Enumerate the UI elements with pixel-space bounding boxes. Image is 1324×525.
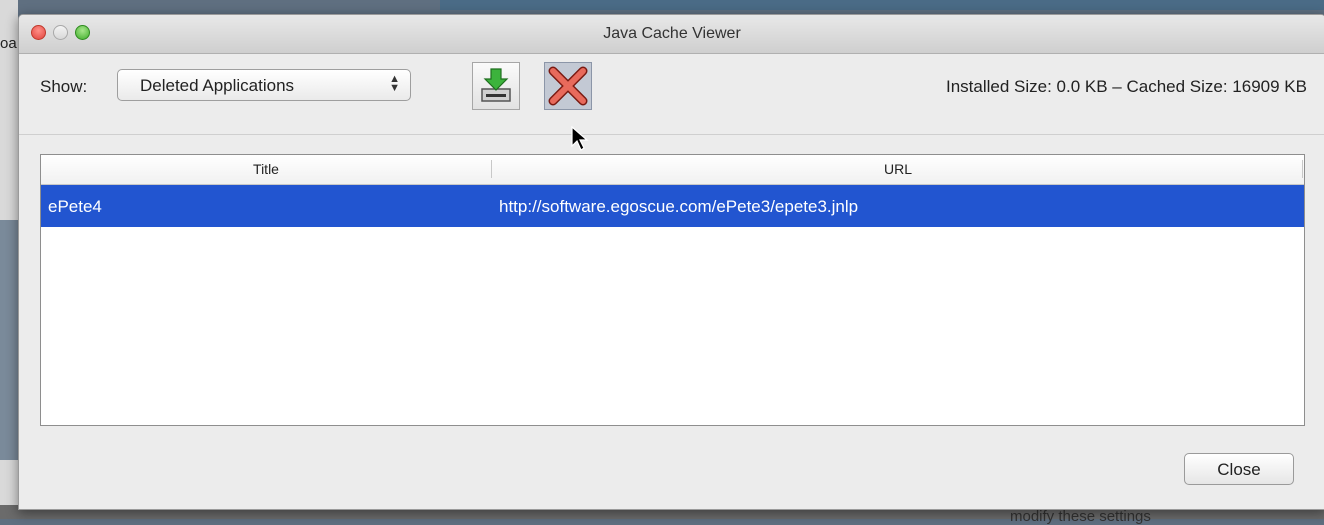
close-button[interactable]: Close	[1184, 453, 1294, 485]
toolbar: Show: Deleted Applications ▲ ▼ Installed …	[19, 54, 1324, 151]
window-title: Java Cache Viewer	[603, 25, 741, 42]
column-header-url[interactable]: URL	[492, 161, 1304, 177]
desktop-background	[440, 0, 1324, 10]
row-url-cell: http://software.egoscue.com/ePete3/epete…	[499, 197, 859, 216]
column-header-title[interactable]: Title	[41, 161, 491, 177]
install-button[interactable]	[472, 62, 520, 110]
background-text-fragment: oa	[0, 35, 17, 52]
mouse-cursor-icon	[571, 126, 589, 151]
column-separator	[1302, 160, 1303, 178]
table-row[interactable]: ePete4 http://software.egoscue.com/ePete…	[41, 185, 1304, 227]
row-title-cell: ePete4	[48, 197, 102, 216]
java-cache-viewer-window: Java Cache Viewer Show: Deleted Applicat…	[18, 14, 1324, 510]
table-header: Title URL	[41, 155, 1304, 185]
show-select[interactable]: Deleted Applications ▲ ▼	[117, 69, 411, 101]
install-download-icon	[481, 68, 511, 102]
select-arrows-icon: ▲ ▼	[389, 73, 400, 94]
cache-table[interactable]: Title URL ePete4 http://software.egoscue…	[40, 154, 1305, 426]
show-select-value: Deleted Applications	[140, 76, 295, 95]
show-label: Show:	[40, 77, 88, 96]
background-window-edge-dark	[0, 220, 18, 460]
background-bottom-text: modify these settings	[1010, 508, 1151, 525]
delete-x-icon	[548, 66, 588, 106]
size-info: Installed Size: 0.0 KB – Cached Size: 16…	[945, 77, 1307, 96]
title-bar[interactable]: Java Cache Viewer	[19, 15, 1324, 54]
delete-button[interactable]	[544, 62, 592, 110]
